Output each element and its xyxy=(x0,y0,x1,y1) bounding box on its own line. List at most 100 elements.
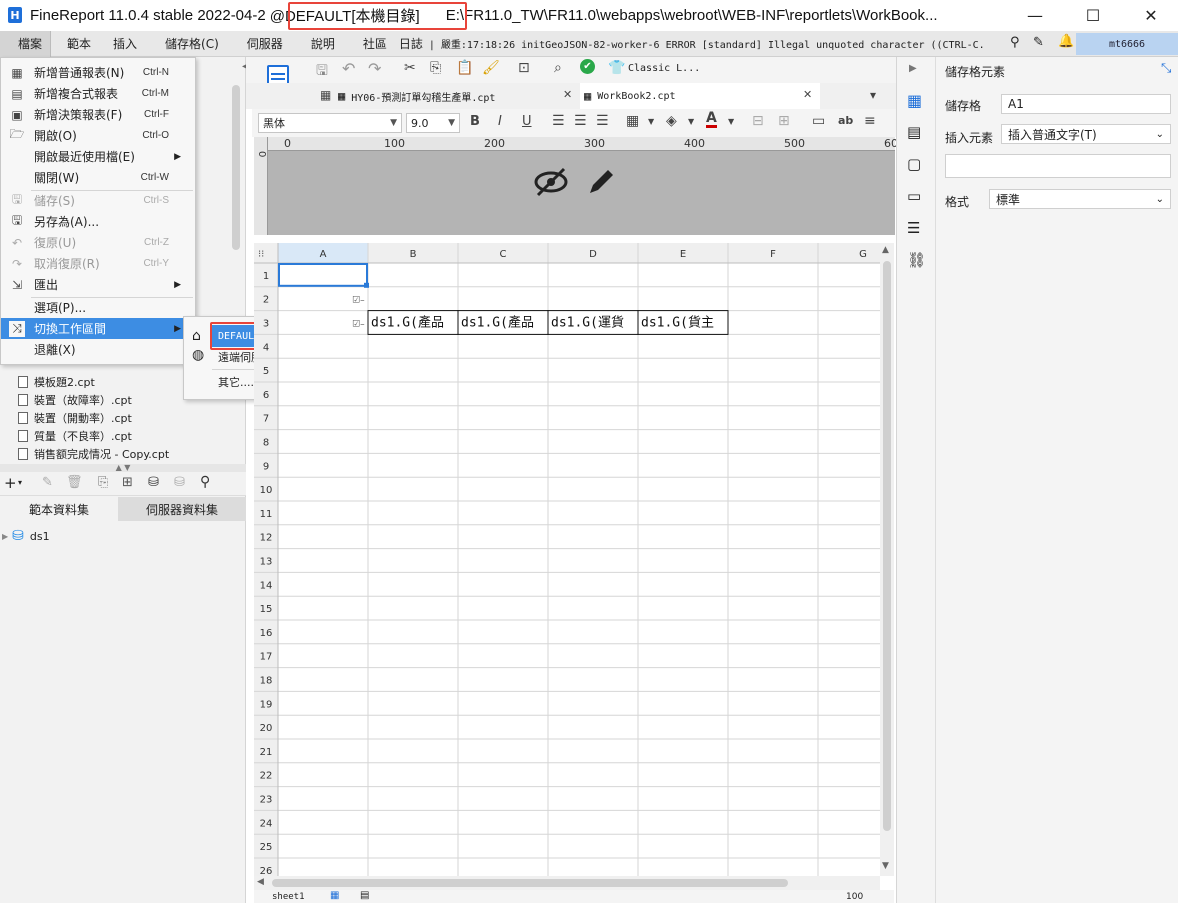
row-header[interactable]: 13 xyxy=(260,557,273,568)
font-color-icon[interactable]: A xyxy=(706,111,717,128)
row-header[interactable]: 20 xyxy=(260,723,273,734)
bold-icon[interactable]: B xyxy=(470,114,480,129)
border-icon[interactable]: ▦ xyxy=(626,113,639,129)
row-header[interactable]: 3 xyxy=(263,319,269,330)
row-header[interactable]: 23 xyxy=(260,795,273,806)
hyperlink-icon[interactable]: ⛓ xyxy=(907,251,926,269)
panel-divider[interactable]: ▲ ▼ xyxy=(0,464,246,472)
edit-log-icon[interactable]: ✎ xyxy=(1033,35,1044,50)
search-dataset-icon[interactable]: ⚲ xyxy=(200,474,210,490)
row-header[interactable]: 5 xyxy=(263,366,269,377)
column-header[interactable]: G xyxy=(859,249,867,260)
row-header[interactable]: 11 xyxy=(260,509,273,520)
menu-community[interactable]: 社區 xyxy=(351,31,393,57)
menu-exit[interactable]: 退離(X) xyxy=(1,339,195,360)
add-dataset-icon[interactable]: + xyxy=(4,474,17,492)
selected-cell[interactable] xyxy=(278,263,368,287)
sheet-tab[interactable]: sheet1 xyxy=(272,892,305,902)
tab-close-icon[interactable]: ✕ xyxy=(563,88,572,101)
maximize-button[interactable]: ☐ xyxy=(1070,0,1116,30)
font-size-select[interactable]: 9.0 ▼ xyxy=(406,113,460,133)
menu-open[interactable]: 🗁 開啟(O) Ctrl-O xyxy=(1,125,195,146)
text-wrap-icon[interactable]: ≡ xyxy=(864,113,876,129)
tab-close-icon[interactable]: ✕ xyxy=(803,88,812,101)
undo-icon[interactable]: ↶ xyxy=(342,59,355,78)
column-header[interactable]: A xyxy=(320,249,327,260)
column-header[interactable]: C xyxy=(500,249,507,260)
hide-eye-icon[interactable] xyxy=(532,165,570,199)
expand-icon[interactable]: ▶ xyxy=(909,63,917,74)
insert-field-icon[interactable]: ▭ xyxy=(812,113,825,129)
menu-new-composite[interactable]: ▤ 新增複合式報表 Ctrl-M xyxy=(1,83,195,104)
menu-redo[interactable]: ↷ 取消復原(R) Ctrl-Y xyxy=(1,253,195,274)
close-window-button[interactable]: ✕ xyxy=(1128,0,1174,30)
row-header[interactable]: 17 xyxy=(260,652,273,663)
fill-color-icon[interactable]: ◈ xyxy=(666,113,677,129)
file-item[interactable]: 裝置（故障率）.cpt xyxy=(18,392,132,408)
preview-search-icon[interactable]: ⌕ xyxy=(554,60,562,76)
cell-field[interactable]: A1 xyxy=(1001,94,1171,114)
italic-icon[interactable]: I xyxy=(498,114,502,129)
dataset-tab-server[interactable]: 伺服器資料集 xyxy=(118,497,246,521)
menu-cell[interactable]: 儲存格(C) xyxy=(151,31,235,57)
edit-pencil-icon[interactable] xyxy=(584,165,618,199)
menu-undo[interactable]: ↶ 復原(U) Ctrl-Z xyxy=(1,232,195,253)
row-header[interactable]: 10 xyxy=(260,485,273,496)
column-header[interactable]: B xyxy=(410,249,417,260)
menu-save-as[interactable]: 🖫 另存為(A)... xyxy=(1,211,195,232)
cut-icon[interactable]: ✂ xyxy=(404,60,416,76)
condition-icon[interactable]: ▭ xyxy=(907,187,921,205)
menu-save[interactable]: 🖫 儲存(S) Ctrl-S xyxy=(1,190,195,211)
vertical-scrollbar[interactable]: ▲ ▼ xyxy=(880,243,894,876)
row-header[interactable]: 22 xyxy=(260,771,273,782)
underline-icon[interactable]: U xyxy=(522,114,532,129)
row-header[interactable]: 2 xyxy=(263,295,269,306)
insert-element-select[interactable]: 插入普通文字(T) ⌄ xyxy=(1001,124,1171,144)
dataset-edit-icon[interactable]: ⊞ xyxy=(122,475,133,490)
menu-switch-workspace[interactable]: ⤨ 切換工作區間 ▶ xyxy=(1,318,195,339)
menu-file[interactable]: 檔案 xyxy=(0,30,51,57)
font-family-select[interactable]: 黑体 ▼ xyxy=(258,113,402,133)
dropdown-icon[interactable]: ▾ xyxy=(18,478,22,487)
dataset-tab-template[interactable]: 範本資料集 xyxy=(0,497,118,521)
edit-icon[interactable]: ✎ xyxy=(42,475,53,490)
scroll-down-icon[interactable]: ▼ xyxy=(882,861,889,871)
align-right-icon[interactable]: ☰ xyxy=(596,113,609,129)
row-header[interactable]: 8 xyxy=(263,438,269,449)
row-header[interactable]: 19 xyxy=(260,699,273,710)
menu-log[interactable]: 日誌 xyxy=(393,31,425,57)
row-header[interactable]: 25 xyxy=(260,842,273,853)
cell-element-icon[interactable]: ▦ xyxy=(907,91,922,110)
horizontal-scrollbar[interactable]: ◀ xyxy=(254,876,880,890)
row-header[interactable]: 9 xyxy=(263,461,269,472)
select-all-icon[interactable]: ⁝⁝ xyxy=(258,249,264,260)
tab-list-icon[interactable]: ▾ xyxy=(870,88,876,102)
zoom-value[interactable]: 100 xyxy=(846,892,863,902)
menu-close[interactable]: 關閉(W) Ctrl-W xyxy=(1,167,195,188)
row-header[interactable]: 21 xyxy=(260,747,273,758)
menu-new-decision[interactable]: ▣ 新增決策報表(F) Ctrl-F xyxy=(1,104,195,125)
format-painter-icon[interactable]: 🖌 xyxy=(482,60,500,76)
row-header[interactable]: 14 xyxy=(260,580,273,591)
chevron-down-icon[interactable]: ▼ xyxy=(688,117,694,126)
row-header[interactable]: 6 xyxy=(263,390,269,401)
left-scrollbar[interactable] xyxy=(232,85,240,250)
menu-help[interactable]: 說明 xyxy=(299,31,351,57)
row-header[interactable]: 7 xyxy=(263,414,269,425)
tab-hy06[interactable]: ▦ HY06-預測訂單勾稽生產單.cpt xyxy=(338,83,578,109)
minimize-button[interactable]: — xyxy=(1012,0,1058,30)
menu-server[interactable]: 伺服器 xyxy=(235,31,299,57)
layer-icon[interactable]: ☰ xyxy=(907,219,920,237)
merge-cells-icon[interactable]: ⊟ xyxy=(752,113,764,129)
file-item[interactable]: 模板題2.cpt xyxy=(18,374,95,390)
align-center-icon[interactable]: ☰ xyxy=(574,113,587,129)
file-item[interactable]: 質量（不良率）.cpt xyxy=(18,428,132,444)
row-header[interactable]: 12 xyxy=(260,533,273,544)
row-header[interactable]: 15 xyxy=(260,604,273,615)
expand-arrow-icon[interactable]: ▶ xyxy=(2,532,8,541)
menu-options[interactable]: 選項(P)... xyxy=(1,297,195,318)
column-header[interactable]: F xyxy=(770,249,776,260)
row-header[interactable]: 18 xyxy=(260,676,273,687)
menu-open-recent[interactable]: 開啟最近使用檔(E) ▶ xyxy=(1,146,195,167)
unmerge-cells-icon[interactable]: ⊞ xyxy=(778,113,790,129)
